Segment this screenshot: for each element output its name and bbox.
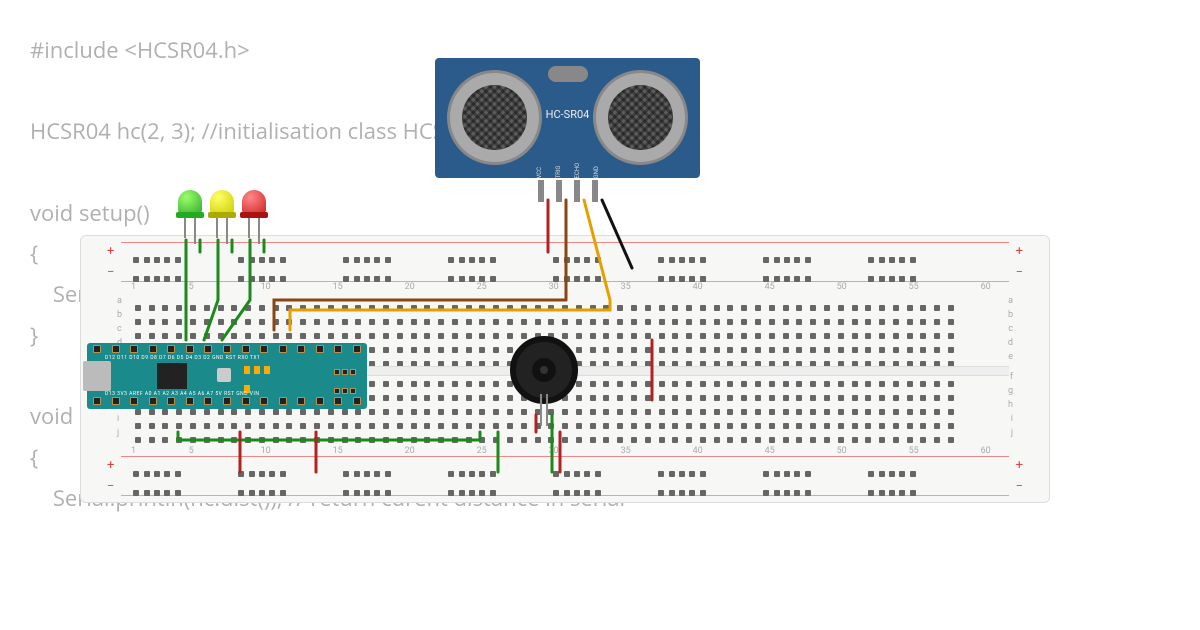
led-yellow[interactable] xyxy=(210,190,234,240)
led-bulb xyxy=(242,190,266,214)
power-rail-top: +− +− xyxy=(81,242,1049,282)
code-line: } xyxy=(30,320,38,350)
piezo-buzzer[interactable] xyxy=(510,336,578,404)
crystal-oscillator xyxy=(548,66,588,82)
nano-top-labels: D12 D11 D10 D9 D8 D7 D6 D5 D4 D3 D2 GND … xyxy=(105,355,260,361)
rail-holes xyxy=(131,463,999,489)
ultrasonic-transmitter xyxy=(447,70,542,165)
sensor-label: HC-SR04 xyxy=(546,108,590,121)
arduino-nano[interactable]: D12 D11 D10 D9 D8 D7 D6 D5 D4 D3 D2 GND … xyxy=(87,343,367,409)
code-line: { xyxy=(30,442,38,472)
power-rail-bottom: +− +− xyxy=(81,456,1049,496)
code-line: { xyxy=(30,238,38,268)
led-bulb xyxy=(210,190,234,214)
sensor-pin-labels: VCC TRIG ECHO GND xyxy=(533,169,602,176)
led-red[interactable] xyxy=(242,190,266,240)
rail-holes xyxy=(131,249,999,275)
hcsr04-sensor[interactable]: HC-SR04 VCC TRIG ECHO GND xyxy=(435,58,700,178)
code-line: #include <HCSR04.h> xyxy=(30,35,250,65)
nano-bot-labels: D13 3V3 AREF A0 A1 A2 A3 A4 A5 A6 A7 5V … xyxy=(105,391,259,397)
nano-pinrow-top xyxy=(93,345,361,355)
code-line: void setup() xyxy=(30,198,150,228)
sensor-pins xyxy=(538,180,598,202)
icsp-header xyxy=(333,361,359,391)
led-bulb xyxy=(178,190,202,214)
atmega-chip xyxy=(157,363,187,389)
reset-button[interactable] xyxy=(217,368,231,382)
nano-pinrow-bot xyxy=(93,397,361,407)
status-leds xyxy=(242,361,272,391)
usb-mini-port xyxy=(83,361,111,391)
led-green[interactable] xyxy=(178,190,202,240)
ultrasonic-receiver xyxy=(593,70,688,165)
